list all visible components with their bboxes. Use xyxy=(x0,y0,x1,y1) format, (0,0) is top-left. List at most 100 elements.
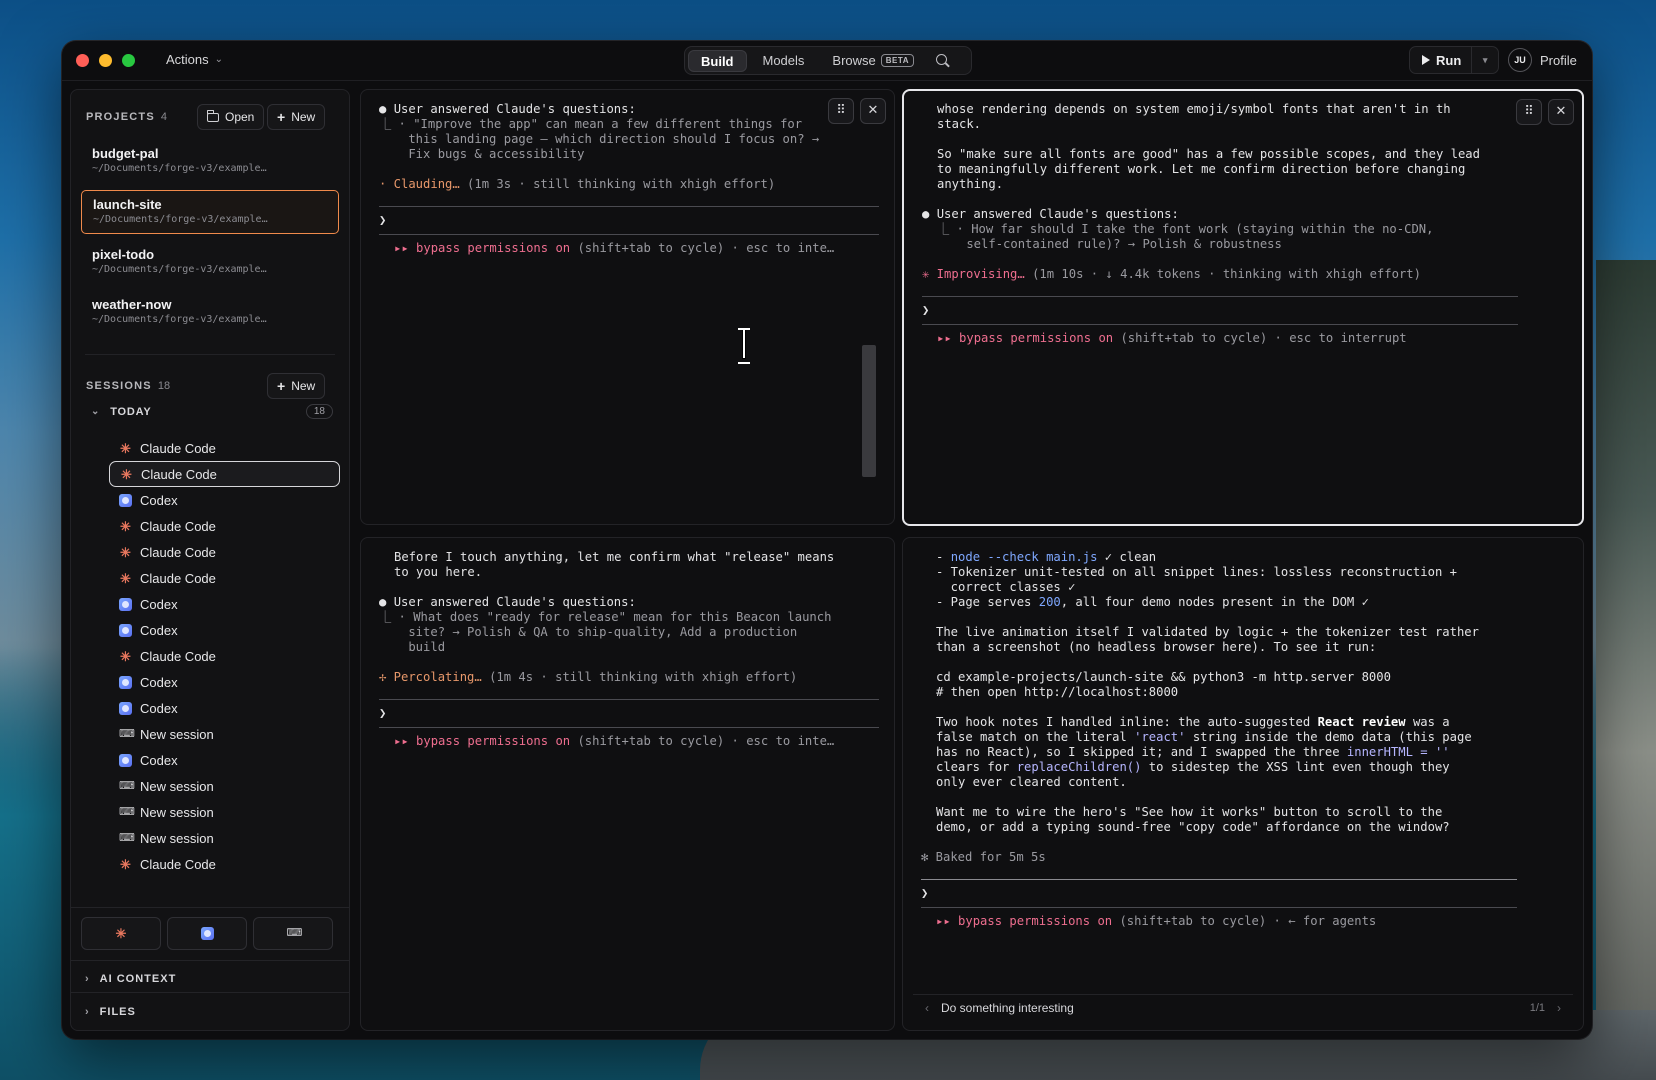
output-text: false match on the literal xyxy=(936,730,1135,744)
project-name: pixel-todo xyxy=(92,247,155,262)
terminal-output: ● User answered Claude's questions: ⎿ · … xyxy=(379,102,879,256)
codex-icon xyxy=(119,675,132,689)
status-verb: ✳ Improvising… xyxy=(922,267,1025,281)
new-project-button[interactable]: + New xyxy=(267,104,326,130)
session-label: Claude Code xyxy=(140,440,216,456)
output-line: correct classes ✓ xyxy=(936,580,1076,594)
group-today[interactable]: ⌄ TODAY 18 xyxy=(91,404,333,419)
run-options-chevron-icon[interactable]: ▾ xyxy=(1472,55,1498,66)
session-item[interactable]: ✳ Claude Code xyxy=(109,435,340,461)
codex-icon xyxy=(119,753,132,767)
window-controls xyxy=(76,54,135,67)
run-label: Run xyxy=(1436,52,1462,68)
launch-codex-button[interactable] xyxy=(167,917,247,950)
output-line: than a screenshot (no headless browser h… xyxy=(936,640,1377,654)
ai-context-section[interactable]: › AI CONTEXT xyxy=(85,973,176,985)
inline-code: node --check main.js xyxy=(950,550,1098,564)
open-project-button[interactable]: Open xyxy=(197,104,265,130)
question-line: ⎿ · "Improve the app" can mean a few dif… xyxy=(379,117,803,131)
output-line: anything. xyxy=(937,177,1004,191)
session-label: Codex xyxy=(140,700,178,716)
zoom-window-button[interactable] xyxy=(122,54,135,67)
session-item[interactable]: Codex xyxy=(109,747,340,773)
claude-icon: ✳ xyxy=(120,544,131,560)
prompt-caret[interactable]: ❯ xyxy=(379,213,876,228)
fast-forward-icon: ▸▸ xyxy=(936,914,951,928)
files-section[interactable]: › FILES xyxy=(85,1006,136,1018)
session-item[interactable]: ⌨ New session xyxy=(109,825,340,851)
session-item[interactable]: Codex xyxy=(109,695,340,721)
session-item[interactable]: ✳ Claude Code xyxy=(109,851,340,877)
bold-text: React review xyxy=(1317,715,1406,729)
session-item-active[interactable]: ✳ Claude Code xyxy=(109,461,340,487)
sessions-header: SESSIONS 18 xyxy=(86,380,170,392)
output-text: - xyxy=(936,550,951,564)
sessions-title: SESSIONS xyxy=(86,380,152,392)
sidebar-divider xyxy=(85,354,335,355)
session-item[interactable]: Codex xyxy=(109,669,340,695)
session-item[interactable]: Codex xyxy=(109,617,340,643)
launch-claude-button[interactable]: ✳ xyxy=(81,917,161,950)
chevron-left-icon[interactable]: ‹ xyxy=(925,1001,929,1016)
profile-menu[interactable]: JU Profile xyxy=(1508,48,1577,72)
minimize-window-button[interactable] xyxy=(99,54,112,67)
permission-mode: bypass permissions on xyxy=(416,734,571,748)
output-line: Want me to wire the hero's "See how it w… xyxy=(936,805,1443,819)
terminal-output: - node --check main.js ✓ clean - Tokeniz… xyxy=(921,550,1565,929)
terminal-pane-4[interactable]: - node --check main.js ✓ clean - Tokeniz… xyxy=(902,537,1584,1031)
prompt-caret[interactable]: ❯ xyxy=(922,303,1564,318)
code-line: cd example-projects/launch-site && pytho… xyxy=(936,670,1391,684)
project-item[interactable]: pixel-todo ~/Documents/forge-v3/example… xyxy=(81,241,339,285)
app-window: Actions ⌄ Build Models Browse BETA Run ▾ … xyxy=(62,41,1592,1039)
session-item[interactable]: Codex xyxy=(109,591,340,617)
session-item[interactable]: ⌨ New session xyxy=(109,721,340,747)
terminal-pane-2[interactable]: ⠿ ✕ whose rendering depends on system em… xyxy=(902,89,1584,526)
output-line: stack. xyxy=(937,117,982,131)
session-item[interactable]: ✳ Claude Code xyxy=(109,643,340,669)
new-session-button[interactable]: + New xyxy=(267,373,326,399)
terminal-pane-3[interactable]: Before I touch anything, let me confirm … xyxy=(360,537,895,1031)
inline-code: 200 xyxy=(1038,595,1061,609)
run-button[interactable]: Run ▾ xyxy=(1409,46,1499,74)
session-item[interactable]: ⌨ New session xyxy=(109,799,340,825)
output-line: - Tokenizer unit-tested on all snippet l… xyxy=(936,565,1457,579)
scrollbar[interactable] xyxy=(862,345,876,477)
chevron-right-icon[interactable]: › xyxy=(1557,1001,1561,1016)
search-icon[interactable] xyxy=(935,53,950,68)
tab-browse-label: Browse xyxy=(832,52,876,68)
prompt-caret[interactable]: ❯ xyxy=(921,886,1565,901)
session-item[interactable]: ✳ Claude Code xyxy=(109,513,340,539)
output-text: to sidestep the XSS lint even though the… xyxy=(1141,760,1450,774)
codex-icon xyxy=(119,701,132,715)
prompt-caret[interactable]: ❯ xyxy=(379,706,876,721)
tab-build[interactable]: Build xyxy=(688,49,747,72)
status-verb: · Clauding… xyxy=(379,177,460,191)
actions-menu[interactable]: Actions ⌄ xyxy=(166,52,223,67)
session-item[interactable]: ✳ Claude Code xyxy=(109,565,340,591)
session-label: Claude Code xyxy=(140,570,216,586)
launch-terminal-button[interactable]: ⌨ xyxy=(253,917,333,950)
agent-launchers: ✳ ⌨ xyxy=(81,917,333,950)
session-item[interactable]: ⌨ New session xyxy=(109,773,340,799)
project-item[interactable]: budget-pal ~/Documents/forge-v3/example… xyxy=(81,140,339,184)
codex-icon xyxy=(119,493,132,507)
session-item[interactable]: Codex xyxy=(109,487,340,513)
terminal-pane-1[interactable]: ⠿ ✕ ● User answered Claude's questions: … xyxy=(360,89,895,525)
project-item[interactable]: weather-now ~/Documents/forge-v3/example… xyxy=(81,291,339,335)
sidebar-divider xyxy=(71,992,349,993)
session-label: Codex xyxy=(140,674,178,690)
terminal-output: whose rendering depends on system emoji/… xyxy=(922,102,1564,346)
terminal-icon: ⌨ xyxy=(119,727,135,740)
chevron-down-icon: ⌄ xyxy=(91,406,101,417)
suggestion-text[interactable]: Do something interesting xyxy=(941,1001,1074,1016)
run-main[interactable]: Run xyxy=(1410,47,1473,73)
close-window-button[interactable] xyxy=(76,54,89,67)
tab-browse[interactable]: Browse BETA xyxy=(820,50,926,72)
output-line: to you here. xyxy=(394,565,483,579)
session-item[interactable]: ✳ Claude Code xyxy=(109,539,340,565)
tab-models[interactable]: Models xyxy=(751,50,817,72)
session-list: ✳ Claude Code ✳ Claude Code Codex ✳ Claude Cod… xyxy=(109,435,340,877)
beta-badge: BETA xyxy=(880,54,914,68)
project-item-active[interactable]: launch-site ~/Documents/forge-v3/example… xyxy=(81,190,339,234)
sessions-count: 18 xyxy=(157,380,171,392)
